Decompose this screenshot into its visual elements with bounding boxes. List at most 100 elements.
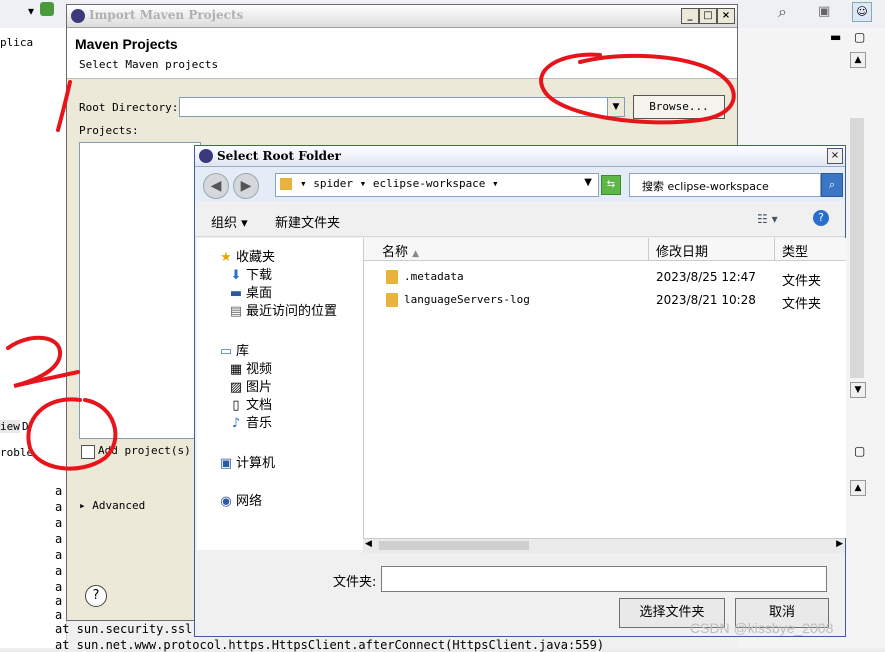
- nav-item-desktop[interactable]: ▬ 桌面: [229, 282, 272, 301]
- folder-close-button[interactable]: ×: [827, 148, 843, 164]
- console-line: a: [55, 580, 63, 594]
- nav-item-videos[interactable]: ▦ 视频: [229, 358, 272, 377]
- maven-projects-subtitle: Select Maven projects: [79, 58, 219, 71]
- folder-icon: [386, 270, 398, 284]
- file-name: .metadata: [404, 270, 464, 283]
- column-label: 名称: [382, 245, 409, 260]
- folder-icon: [386, 293, 398, 307]
- help-button[interactable]: ?: [85, 585, 107, 607]
- nav-item-music[interactable]: ♪ 音乐: [229, 412, 272, 431]
- projects-label: Projects:: [79, 124, 139, 137]
- nav-item-documents[interactable]: ▯ 文档: [229, 394, 272, 413]
- file-modified: 2023/8/21 10:28: [656, 293, 756, 307]
- scroll-right-icon[interactable]: ▶: [836, 539, 843, 549]
- column-divider[interactable]: [774, 238, 775, 260]
- search-placeholder: 搜索 eclipse-workspace: [642, 180, 769, 193]
- scroll-up-icon-2[interactable]: ▲: [850, 480, 866, 496]
- back-button[interactable]: ◀: [203, 173, 229, 199]
- import-dialog-titlebar[interactable]: Import Maven Projects _ □ ×: [67, 5, 737, 28]
- address-path[interactable]: ▾ spider ▾ eclipse-workspace ▾: [300, 177, 499, 190]
- music-icon: ♪: [231, 416, 241, 431]
- navigation-pane: ★ 收藏夹 ⬇ 下载 ▬ 桌面 ▤ 最近访问的位置 ▭ 库 ▦ 视频 ▨ 图片 ▯ 文档 ♪ 音乐…: [197, 238, 363, 550]
- nav-item-libraries[interactable]: ▭ 库: [219, 340, 249, 359]
- root-directory-dropdown[interactable]: ▼: [607, 97, 625, 117]
- minimize-button[interactable]: _: [681, 8, 699, 24]
- nav-item-recent[interactable]: ▤ 最近访问的位置: [229, 300, 337, 319]
- browse-button[interactable]: Browse...: [633, 95, 725, 119]
- address-dropdown-icon[interactable]: ▼: [584, 177, 592, 188]
- nav-label: 网络: [236, 494, 263, 509]
- nav-label: 图片: [246, 380, 273, 395]
- console-line: a: [55, 500, 63, 514]
- java-perspective-icon[interactable]: ☺: [852, 2, 872, 22]
- nav-item-computer[interactable]: ▣ 计算机: [219, 452, 275, 471]
- maximize-icon-2[interactable]: ▢: [854, 444, 865, 458]
- run-icon[interactable]: [40, 2, 54, 16]
- projects-list[interactable]: [79, 142, 201, 439]
- nav-label: 视频: [246, 362, 273, 377]
- folder-dialog-title: Select Root Folder: [217, 149, 341, 163]
- file-row[interactable]: .metadata 2023/8/25 12:47 文件夹: [364, 266, 846, 289]
- nav-item-favorites[interactable]: ★ 收藏夹: [219, 246, 275, 265]
- help-icon[interactable]: ?: [813, 210, 829, 226]
- recent-places-icon: ▤: [229, 304, 243, 319]
- organize-menu[interactable]: 组织 ▾: [211, 212, 248, 231]
- search-icon[interactable]: ⌕: [778, 2, 787, 22]
- forward-button[interactable]: ▶: [233, 173, 259, 199]
- scroll-up-icon[interactable]: ▲: [850, 52, 866, 68]
- column-name[interactable]: 名称 ▲: [382, 241, 419, 260]
- eclipse-icon: [199, 149, 213, 163]
- maximize-button[interactable]: □: [699, 8, 717, 24]
- column-type[interactable]: 类型: [782, 241, 808, 260]
- new-folder-button[interactable]: 新建文件夹: [275, 212, 340, 231]
- maximize-icon[interactable]: ▢: [854, 30, 865, 44]
- close-button[interactable]: ×: [717, 8, 735, 24]
- file-row[interactable]: languageServers-log 2023/8/21 10:28 文件夹: [364, 289, 846, 312]
- eclipse-icon: [71, 9, 85, 23]
- nav-label: 文档: [246, 398, 273, 413]
- folder-dialog-titlebar[interactable]: Select Root Folder ×: [195, 146, 845, 167]
- column-modified[interactable]: 修改日期: [656, 241, 708, 260]
- left-tab-d[interactable]: D: [22, 420, 29, 433]
- view-options-icon[interactable]: ☷ ▾: [757, 212, 778, 226]
- root-directory-input[interactable]: [179, 97, 609, 117]
- left-tab-problems[interactable]: roble: [0, 446, 33, 459]
- nav-label: 计算机: [236, 456, 276, 471]
- perspective-icon[interactable]: ▣: [818, 4, 830, 19]
- scroll-thumb[interactable]: [379, 541, 529, 550]
- folder-name-label: 文件夹:: [333, 575, 377, 590]
- video-icon: ▦: [229, 362, 243, 377]
- file-name: languageServers-log: [404, 293, 530, 306]
- nav-item-downloads[interactable]: ⬇ 下载: [229, 264, 272, 283]
- search-input[interactable]: 搜索 eclipse-workspace: [629, 173, 821, 197]
- picture-icon: ▨: [229, 380, 243, 395]
- address-box[interactable]: ▾ spider ▾ eclipse-workspace ▾ ▼: [275, 173, 599, 197]
- star-icon: ★: [220, 250, 232, 265]
- console-line: a: [55, 594, 63, 608]
- column-divider[interactable]: [648, 238, 649, 260]
- scroll-down-icon[interactable]: ▼: [850, 382, 866, 398]
- advanced-expander[interactable]: ▸ Advanced: [79, 499, 145, 512]
- scroll-left-icon[interactable]: ◀: [365, 539, 372, 549]
- computer-icon: ▣: [219, 456, 233, 471]
- document-icon: ▯: [232, 398, 240, 413]
- left-tab-view[interactable]: iew: [0, 420, 20, 433]
- horizontal-scrollbar[interactable]: ◀ ▶: [363, 538, 845, 553]
- folder-name-input[interactable]: [381, 566, 827, 592]
- watermark: CSDN @kissbye_2008: [690, 620, 834, 636]
- console-line: a: [55, 608, 63, 622]
- console-line: at sun.security.ssl: [55, 622, 193, 636]
- minimize-icon[interactable]: ▬: [830, 30, 841, 44]
- dropdown-arrow-icon[interactable]: ▾: [28, 4, 34, 18]
- scrollbar-track[interactable]: [850, 118, 864, 378]
- left-tab-label[interactable]: plica: [0, 36, 33, 49]
- file-modified: 2023/8/25 12:47: [656, 270, 756, 284]
- search-icon[interactable]: ⌕: [821, 173, 843, 197]
- address-bar: ◀ ▶ ▾ spider ▾ eclipse-workspace ▾ ▼ ⇆ 搜…: [195, 167, 845, 201]
- advanced-label: Advanced: [92, 499, 146, 512]
- nav-item-network[interactable]: ◉ 网络: [219, 490, 262, 509]
- refresh-icon[interactable]: ⇆: [601, 175, 621, 195]
- library-icon: ▭: [219, 344, 233, 359]
- nav-item-pictures[interactable]: ▨ 图片: [229, 376, 272, 395]
- add-project-checkbox[interactable]: [81, 445, 95, 459]
